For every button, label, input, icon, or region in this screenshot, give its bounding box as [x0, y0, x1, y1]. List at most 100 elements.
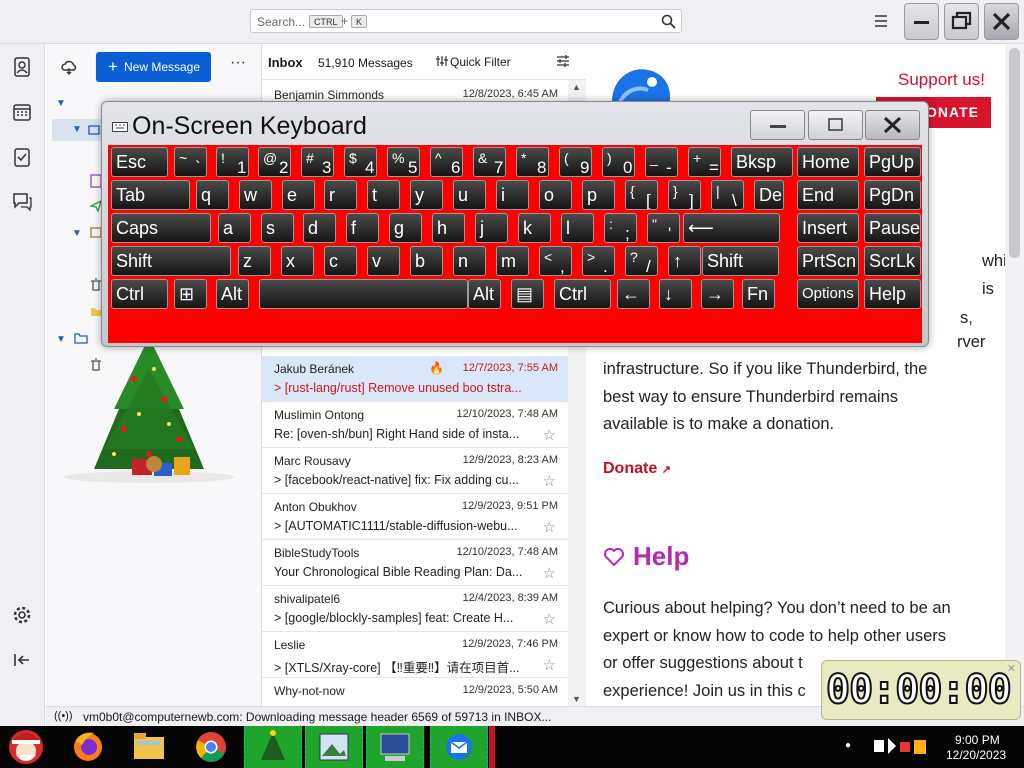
more-options-icon[interactable]: ···	[230, 54, 246, 72]
osk-key[interactable]: | \	[711, 180, 744, 210]
osk-key[interactable]: f	[346, 213, 379, 243]
osk-key[interactable]: * 8	[516, 147, 549, 177]
thread-chevron-icon[interactable]: >	[274, 473, 285, 487]
osk-key[interactable]: t	[367, 180, 400, 210]
file-explorer-icon[interactable]	[129, 727, 169, 767]
account-chevron-icon[interactable]: ▼	[56, 98, 66, 109]
inbox-chevron-icon[interactable]: ▼	[72, 124, 82, 135]
osk-key[interactable]: ! 1	[216, 147, 249, 177]
osk-key[interactable]: ScrLk	[864, 246, 921, 276]
collapse-spaces-icon[interactable]	[12, 650, 32, 670]
osk-key[interactable]: ←	[617, 279, 650, 309]
osk-key[interactable]: z	[238, 246, 271, 276]
restore-button[interactable]	[944, 3, 979, 40]
osk-key[interactable]: o	[539, 180, 572, 210]
list-view-options-icon[interactable]	[556, 54, 570, 68]
star-icon[interactable]: ☆	[543, 472, 556, 490]
timer-close-icon[interactable]: ✕	[1007, 662, 1016, 675]
message-row[interactable]: BibleStudyTools 12/10/2023, 7:48 AM Your C…	[262, 540, 568, 586]
osk-minimize-button[interactable]	[750, 110, 805, 140]
osk-key[interactable]: ⊞	[174, 279, 207, 309]
osk-key[interactable]: Esc	[111, 147, 168, 177]
osk-key[interactable]: _ -	[645, 147, 678, 177]
message-row[interactable]: 🔥 Jakub Beránek 12/7/2023, 7:55 AM > [rust-…	[262, 356, 568, 402]
osk-key[interactable]: i	[496, 180, 529, 210]
thread-chevron-icon[interactable]: >	[274, 519, 285, 533]
osk-key[interactable]: Home	[797, 147, 859, 177]
osk-key[interactable]: Bksp	[731, 147, 793, 177]
taskbar-computer-app-icon[interactable]	[366, 726, 424, 768]
osk-key[interactable]: & 7	[473, 147, 506, 177]
osk-key[interactable]: ~ `	[174, 147, 207, 177]
osk-key[interactable]: {[	[625, 180, 658, 210]
osk-key[interactable]: l	[561, 213, 594, 243]
osk-maximize-button[interactable]	[808, 110, 863, 140]
osk-key[interactable]: Pause	[864, 213, 921, 243]
osk-key[interactable]: ? /	[625, 246, 658, 276]
taskbar-thunderbird-icon[interactable]	[430, 726, 488, 768]
osk-key[interactable]: Options	[797, 279, 859, 309]
osk-key[interactable]: v	[367, 246, 400, 276]
osk-key[interactable]: Fn	[742, 279, 775, 309]
new-message-button[interactable]: + New Message	[96, 52, 211, 82]
address-book-icon[interactable]	[11, 56, 33, 78]
thread-chevron-icon[interactable]: >	[274, 611, 285, 625]
chrome-icon[interactable]	[191, 727, 231, 767]
tray-icons[interactable]	[872, 736, 932, 758]
message-row[interactable]: shivalipatel6 12/4/2023, 8:39 AM > [google…	[262, 586, 568, 632]
osk-key[interactable]: m	[496, 246, 529, 276]
message-row[interactable]: Leslie 12/9/2023, 7:46 PM > [XTLS/Xray-cor…	[262, 632, 568, 678]
osk-key[interactable]: Alt	[216, 279, 249, 309]
start-button-santa-icon[interactable]	[6, 727, 46, 767]
osk-key[interactable]: →	[701, 279, 734, 309]
osk-key[interactable]: ▤	[511, 279, 544, 309]
calendar-icon[interactable]	[11, 101, 33, 123]
taskbar-photo-app-icon[interactable]	[305, 726, 363, 768]
osk-key[interactable]: a	[218, 213, 251, 243]
taskbar-tree-app-icon[interactable]	[244, 726, 302, 768]
subfolder-chevron-icon[interactable]: ▼	[72, 228, 82, 239]
donate-link[interactable]: Donate ↗	[603, 460, 671, 478]
osk-key[interactable]: d	[303, 213, 336, 243]
close-button[interactable]	[984, 3, 1019, 40]
osk-key[interactable]: ) 0	[602, 147, 635, 177]
thread-chevron-icon[interactable]: >	[274, 661, 285, 675]
osk-key[interactable]: Tab	[111, 180, 190, 210]
osk-key[interactable]: x	[281, 246, 314, 276]
minimize-button[interactable]	[904, 3, 939, 40]
settings-gear-icon[interactable]	[12, 605, 32, 625]
osk-key[interactable]: Insert	[797, 213, 859, 243]
osk-key[interactable]: ↑	[668, 246, 701, 276]
message-row[interactable]: Marc Rousavy 12/9/2023, 8:23 AM > [faceboo…	[262, 448, 568, 494]
osk-key[interactable]: p	[582, 180, 615, 210]
osk-key[interactable]: (9	[559, 147, 592, 177]
osk-key[interactable]: }]	[668, 180, 701, 210]
star-icon[interactable]: ☆	[543, 656, 556, 674]
timer-widget[interactable]: 00:00:00 ✕	[821, 660, 1021, 720]
osk-key[interactable]: " '	[647, 213, 680, 243]
osk-key[interactable]: Caps	[111, 213, 211, 243]
osk-key[interactable]: h	[432, 213, 465, 243]
osk-key[interactable]: g	[389, 213, 422, 243]
message-row[interactable]: Benjamin Simmonds 12/8/2023, 6:45 AM	[262, 82, 568, 102]
osk-key[interactable]: j	[475, 213, 508, 243]
star-icon[interactable]: ☆	[543, 426, 556, 444]
osk-key[interactable]: #3	[301, 147, 334, 177]
osk-key[interactable]: + =	[688, 147, 721, 177]
osk-key[interactable]: n	[453, 246, 486, 276]
content-scrollbar[interactable]	[1005, 44, 1024, 706]
osk-key[interactable]: >.	[582, 246, 615, 276]
osk-key[interactable]: Del	[754, 180, 784, 210]
osk-key[interactable]: @2	[258, 147, 291, 177]
osk-key[interactable]: b	[410, 246, 443, 276]
get-messages-icon[interactable]	[60, 58, 78, 76]
osk-key[interactable]: r	[324, 180, 357, 210]
quick-filter-button[interactable]: Quick Filter	[450, 55, 511, 69]
star-icon[interactable]: ☆	[543, 564, 556, 582]
firefox-icon[interactable]	[68, 727, 108, 767]
osk-key[interactable]: $4	[344, 147, 377, 177]
osk-close-button[interactable]	[865, 110, 920, 140]
osk-key[interactable]: Ctrl	[111, 279, 168, 309]
osk-key[interactable]: e	[282, 180, 315, 210]
osk-key[interactable]: Alt	[468, 279, 501, 309]
